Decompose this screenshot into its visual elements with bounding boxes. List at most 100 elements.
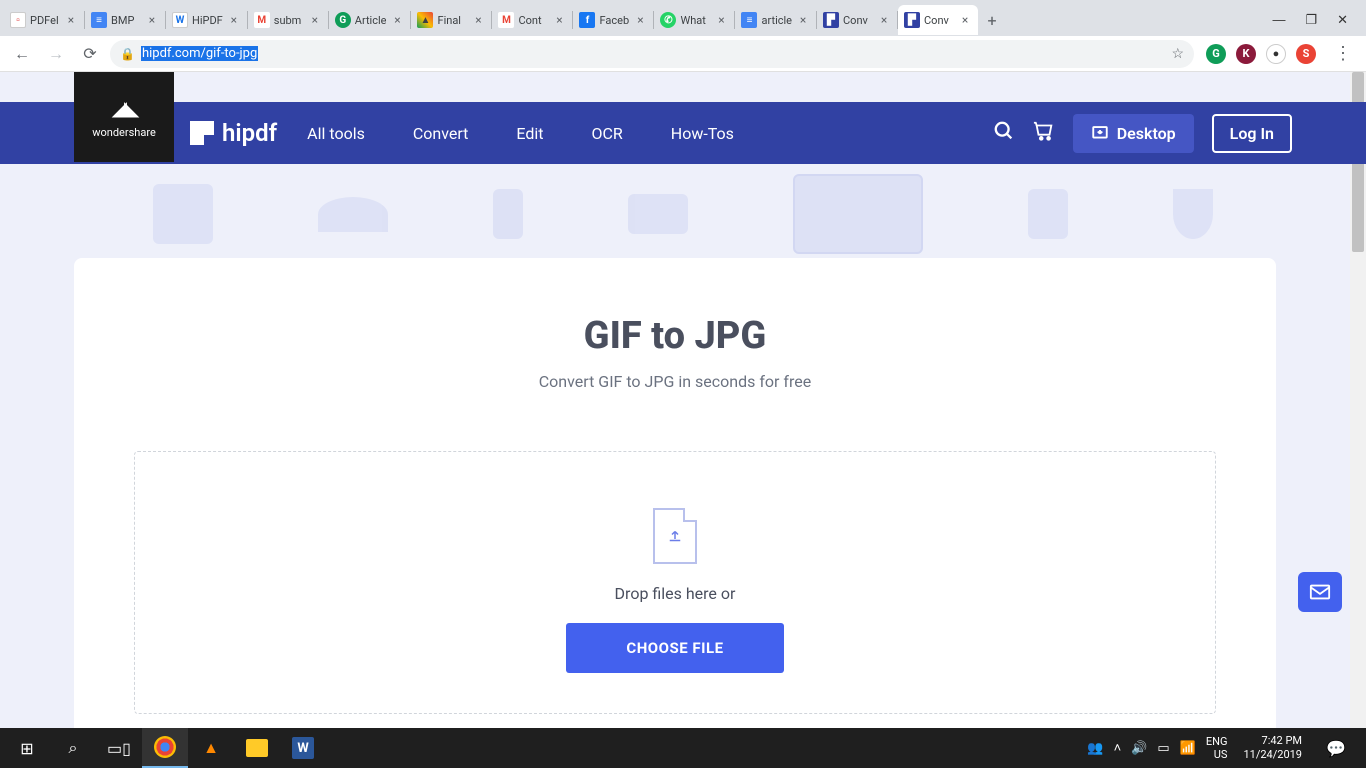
tray-date: 11/24/2019: [1243, 748, 1302, 762]
forward-button[interactable]: →: [42, 40, 70, 68]
tab-title: article: [761, 14, 792, 27]
browser-tab[interactable]: WHiPDF×: [166, 5, 247, 35]
tray-people-icon[interactable]: 👥: [1087, 741, 1103, 756]
tab-close-icon[interactable]: ×: [633, 13, 647, 27]
tab-close-icon[interactable]: ×: [958, 13, 972, 27]
tab-favicon: ✆: [660, 12, 676, 28]
tab-close-icon[interactable]: ×: [227, 13, 241, 27]
browser-tab[interactable]: ≡BMP×: [85, 5, 165, 35]
page-title: GIF to JPG: [122, 314, 1228, 358]
tab-title: Conv: [843, 14, 873, 27]
login-button[interactable]: Log In: [1212, 114, 1292, 153]
nav-links: All tools Convert Edit OCR How-Tos: [307, 124, 734, 143]
search-icon[interactable]: [993, 120, 1015, 147]
browser-tab[interactable]: ≡ article ×: [735, 5, 816, 35]
browser-tab[interactable]: fFaceb×: [573, 5, 653, 35]
mail-icon: [1309, 583, 1331, 601]
reload-button[interactable]: ⟳: [76, 40, 104, 68]
bookmark-star-icon[interactable]: ☆: [1171, 46, 1184, 62]
feedback-button[interactable]: [1298, 572, 1342, 612]
tab-close-icon[interactable]: ×: [877, 13, 891, 27]
search-button[interactable]: ⌕: [50, 728, 96, 768]
tray-clock[interactable]: 7:42 PM 11/24/2019: [1237, 734, 1308, 763]
tray-language[interactable]: ENG US: [1206, 735, 1228, 761]
tab-title: BMP: [111, 14, 141, 27]
browser-tab[interactable]: MCont×: [492, 5, 572, 35]
tab-favicon: G: [335, 12, 351, 28]
hero-shape-ink: [1173, 189, 1213, 239]
task-view-button[interactable]: ▭▯: [96, 728, 142, 768]
tray-volume-icon[interactable]: 🔊: [1131, 741, 1147, 756]
tab-close-icon[interactable]: ×: [145, 13, 159, 27]
choose-file-label: CHOOSE FILE: [626, 639, 723, 657]
upload-file-icon: [653, 508, 697, 564]
tab-title: Final: [437, 14, 467, 27]
page-subtitle: Convert GIF to JPG in seconds for free: [122, 372, 1228, 391]
tab-close-icon[interactable]: ×: [308, 13, 322, 27]
browser-tab[interactable]: ▛ Conv ×: [817, 5, 897, 35]
tray-battery-icon[interactable]: ▭: [1157, 741, 1169, 756]
address-bar[interactable]: 🔒 hipdf.com/gif-to-jpg ☆: [110, 40, 1194, 68]
tab-favicon: ≡: [741, 12, 757, 28]
taskbar-vlc[interactable]: ▲: [188, 728, 234, 768]
hero-shape-doc: [1028, 189, 1068, 239]
chrome-menu-button[interactable]: ⋮: [1328, 43, 1358, 64]
hero-shape-card: [628, 194, 688, 234]
extension-icon[interactable]: ●: [1266, 44, 1286, 64]
site-navbar: hipdf All tools Convert Edit OCR How-Tos…: [0, 102, 1366, 164]
windows-taskbar: ⊞ ⌕ ▭▯ ▲ W 👥 ˄ 🔊 ▭ 📶 ENG US 7:42 PM 11/2…: [0, 728, 1366, 768]
wondershare-logo[interactable]: ◢◣ wondershare: [74, 72, 174, 162]
cart-icon[interactable]: [1033, 120, 1055, 147]
tab-close-icon[interactable]: ×: [471, 13, 485, 27]
maximize-button[interactable]: ❐: [1305, 12, 1317, 28]
tab-close-icon[interactable]: ×: [552, 13, 566, 27]
profile-avatar-icon[interactable]: S: [1296, 44, 1316, 64]
browser-tab[interactable]: ▲Final×: [411, 5, 491, 35]
new-tab-button[interactable]: +: [978, 6, 1006, 34]
action-center-button[interactable]: 💬: [1318, 728, 1354, 768]
file-drop-zone[interactable]: Drop files here or CHOOSE FILE: [134, 451, 1216, 714]
login-label: Log In: [1230, 124, 1274, 143]
extension-grammarly-icon[interactable]: G: [1206, 44, 1226, 64]
nav-all-tools[interactable]: All tools: [307, 124, 365, 143]
browser-tab[interactable]: Msubm×: [248, 5, 328, 35]
hipdf-logo[interactable]: hipdf: [190, 119, 277, 147]
tab-favicon: ▛: [823, 12, 839, 28]
back-button[interactable]: ←: [8, 40, 36, 68]
nav-convert[interactable]: Convert: [413, 124, 469, 143]
tab-close-icon[interactable]: ×: [714, 13, 728, 27]
taskbar-explorer[interactable]: [234, 728, 280, 768]
tab-favicon: M: [254, 12, 270, 28]
desktop-label: Desktop: [1117, 124, 1176, 143]
browser-tab[interactable]: ✆What×: [654, 5, 734, 35]
browser-tab[interactable]: ▛Conv×: [898, 5, 978, 35]
taskbar-word[interactable]: W: [280, 728, 326, 768]
browser-toolbar: ← → ⟳ 🔒 hipdf.com/gif-to-jpg ☆ G K ● S ⋮: [0, 36, 1366, 72]
url-text: hipdf.com/gif-to-jpg: [141, 46, 258, 61]
tray-lang-2: US: [1206, 748, 1228, 761]
desktop-button[interactable]: Desktop: [1073, 114, 1194, 153]
tab-close-icon[interactable]: ×: [796, 13, 810, 27]
choose-file-button[interactable]: CHOOSE FILE: [566, 623, 783, 673]
tab-close-icon[interactable]: ×: [64, 13, 78, 27]
nav-edit[interactable]: Edit: [516, 124, 543, 143]
tab-title: Cont: [518, 14, 548, 27]
close-window-button[interactable]: ✕: [1337, 12, 1348, 28]
nav-how-tos[interactable]: How-Tos: [671, 124, 734, 143]
minimize-button[interactable]: —: [1272, 12, 1285, 28]
tray-wifi-icon[interactable]: 📶: [1180, 741, 1196, 756]
extension-k-icon[interactable]: K: [1236, 44, 1256, 64]
hero-shape-plant: [153, 184, 213, 244]
tray-chevron-up-icon[interactable]: ˄: [1114, 740, 1122, 756]
browser-tab[interactable]: GArticle×: [329, 5, 411, 35]
taskbar-chrome[interactable]: [142, 728, 188, 768]
browser-tab[interactable]: ▫PDFel×: [4, 5, 84, 35]
start-button[interactable]: ⊞: [4, 728, 50, 768]
window-controls: — ❐ ✕: [1258, 12, 1362, 28]
tab-close-icon[interactable]: ×: [390, 13, 404, 27]
hipdf-logo-icon: [190, 121, 214, 145]
nav-ocr[interactable]: OCR: [592, 124, 623, 143]
tab-title: Conv: [924, 14, 954, 27]
wondershare-logo-icon: ◢◣: [112, 96, 137, 120]
content-card: GIF to JPG Convert GIF to JPG in seconds…: [74, 258, 1276, 728]
